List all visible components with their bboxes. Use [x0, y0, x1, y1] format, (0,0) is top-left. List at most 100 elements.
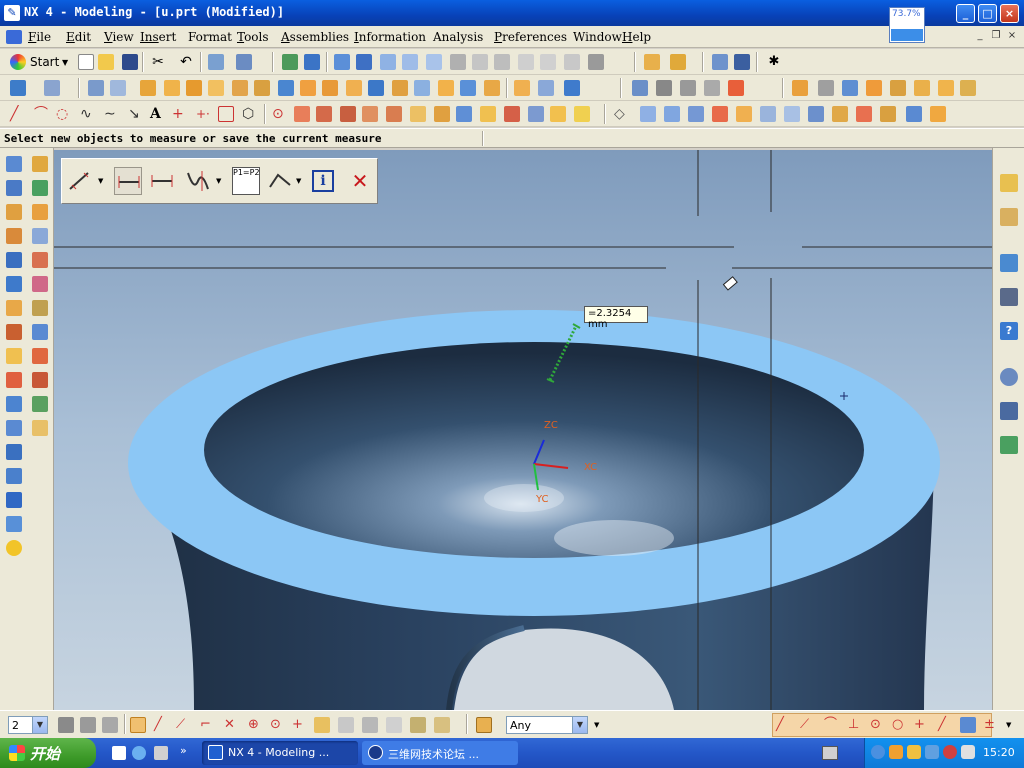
feature-palette-icon-1[interactable] [6, 156, 22, 172]
wcs-icon[interactable]: ✱ [766, 54, 782, 70]
show-desktop-icon[interactable] [112, 746, 126, 760]
clock-icon[interactable] [1000, 368, 1018, 386]
quadrant-point-icon[interactable]: ⊙ [270, 717, 286, 733]
cylinder-icon[interactable] [164, 80, 180, 96]
nx-app-icon[interactable]: ✎ [4, 5, 20, 21]
snap-options-icon[interactable] [386, 717, 402, 733]
menu-assemblies[interactable]: Assemblies [281, 30, 349, 44]
snap-midpoint-icon[interactable]: ⌒ [824, 717, 840, 733]
measure-angle-icon[interactable] [670, 54, 686, 70]
wrap-curve-icon[interactable] [504, 106, 520, 122]
trim-body-icon[interactable] [938, 80, 954, 96]
document-icon[interactable] [6, 30, 22, 44]
layer-move-icon[interactable] [58, 717, 74, 733]
snap-surface-icon[interactable] [960, 717, 976, 733]
edit-feature-icon[interactable] [640, 106, 656, 122]
fit-view-icon[interactable] [282, 54, 298, 70]
feature-palette-icon-11[interactable] [6, 396, 22, 412]
undo-icon[interactable]: ↶ [178, 54, 194, 70]
menu-insert[interactable]: Insert [140, 30, 176, 44]
curve-palette-icon-12[interactable] [32, 420, 48, 436]
part-inner-cavity[interactable] [204, 342, 864, 558]
measure-distance-icon[interactable] [644, 54, 660, 70]
ie-icon[interactable] [132, 746, 146, 760]
menu-help[interactable]: Help [622, 30, 651, 44]
sphere-icon[interactable] [208, 80, 224, 96]
feature-palette-icon-3[interactable] [6, 204, 22, 220]
curve-palette-icon-2[interactable] [32, 180, 48, 196]
measure-angle-button[interactable] [184, 167, 212, 195]
sketch-icon[interactable] [10, 80, 26, 96]
hole-icon[interactable] [110, 80, 126, 96]
join-curve-icon[interactable] [680, 80, 696, 96]
feature-palette-icon-5[interactable] [6, 252, 22, 268]
start-menu-button[interactable]: Start [30, 55, 59, 69]
curve-palette-icon-10[interactable] [32, 372, 48, 388]
curve-palette-icon-3[interactable] [32, 204, 48, 220]
bridge-curve-icon[interactable] [656, 80, 672, 96]
chevron-down-icon[interactable]: ▼ [216, 177, 221, 185]
intersection-point-icon[interactable]: ✕ [224, 717, 240, 733]
through-curve-mesh-icon[interactable] [818, 80, 834, 96]
menu-window[interactable]: Window [573, 30, 622, 44]
keyboard-icon[interactable] [822, 746, 838, 760]
bounding-box-icon[interactable] [362, 717, 378, 733]
view-right-icon[interactable] [426, 54, 442, 70]
render-style-icon[interactable] [588, 54, 604, 70]
shell-icon[interactable] [484, 80, 500, 96]
remove-params-icon[interactable] [880, 106, 896, 122]
edge-blend-icon[interactable] [438, 80, 454, 96]
line-icon[interactable]: ╱ [10, 106, 26, 122]
edit-parameters-icon[interactable] [664, 106, 680, 122]
tray-ime-icon[interactable] [961, 745, 975, 759]
stretch-icon[interactable] [434, 106, 450, 122]
start-button[interactable]: 开始 [0, 738, 96, 768]
snap-center-icon[interactable]: ⊙ [870, 717, 886, 733]
feature-palette-icon-6[interactable] [6, 276, 22, 292]
zoom-icon[interactable] [304, 54, 320, 70]
mdi-close-button[interactable]: × [1005, 30, 1019, 43]
menu-information[interactable]: Information [354, 30, 426, 44]
snap-line-icon[interactable]: ╱ [776, 717, 792, 733]
conic-icon[interactable]: ∿ [80, 106, 96, 122]
snap-intersect-icon[interactable]: ⊥ [848, 717, 864, 733]
snap-endpoint-icon[interactable]: ⟋ [800, 717, 816, 733]
draft-icon[interactable] [514, 80, 530, 96]
quick-launch-icon[interactable] [154, 746, 168, 760]
mid-point-icon[interactable]: ⟋ [176, 717, 192, 733]
split-curve-icon[interactable] [362, 106, 378, 122]
snap-point-icon[interactable] [130, 717, 146, 733]
tray-volume-icon[interactable] [907, 745, 921, 759]
feature-palette-icon-4[interactable] [6, 228, 22, 244]
tray-security-icon[interactable] [943, 745, 957, 759]
feature-palette-icon-2[interactable] [6, 180, 22, 196]
playback-icon[interactable] [832, 106, 848, 122]
view-front-icon[interactable] [334, 54, 350, 70]
snap-more-icon[interactable]: ± [984, 717, 1000, 733]
cut-icon[interactable]: ✂ [150, 54, 166, 70]
maximize-button[interactable]: □ [978, 4, 997, 23]
point-on-surface-icon[interactable] [338, 717, 354, 733]
taskbar-item-nx[interactable]: NX 4 - Modeling ... [202, 741, 358, 765]
hidden-edges-icon[interactable] [494, 54, 510, 70]
pad-icon[interactable] [278, 80, 294, 96]
point-icon[interactable]: + [172, 106, 188, 122]
studio-icon[interactable] [564, 54, 580, 70]
intersect-icon[interactable] [414, 80, 430, 96]
edit-object-icon[interactable] [208, 54, 224, 70]
menu-preferences[interactable]: Preferences [494, 30, 567, 44]
tray-monitor-icon[interactable] [925, 745, 939, 759]
through-curves-icon[interactable] [792, 80, 808, 96]
help-icon[interactable]: ? [1000, 322, 1018, 340]
extrude-icon[interactable] [44, 80, 60, 96]
groove-icon[interactable] [322, 80, 338, 96]
suppress-feature-icon[interactable] [712, 106, 728, 122]
menu-format[interactable]: Format [188, 30, 232, 44]
extract-curve-icon[interactable] [550, 106, 566, 122]
move-feature-icon[interactable] [760, 106, 776, 122]
face-analysis-icon[interactable] [540, 54, 556, 70]
boss-icon[interactable] [232, 80, 248, 96]
project-curve-icon[interactable] [704, 80, 720, 96]
instance-icon[interactable] [564, 80, 580, 96]
extension-icon[interactable] [960, 80, 976, 96]
